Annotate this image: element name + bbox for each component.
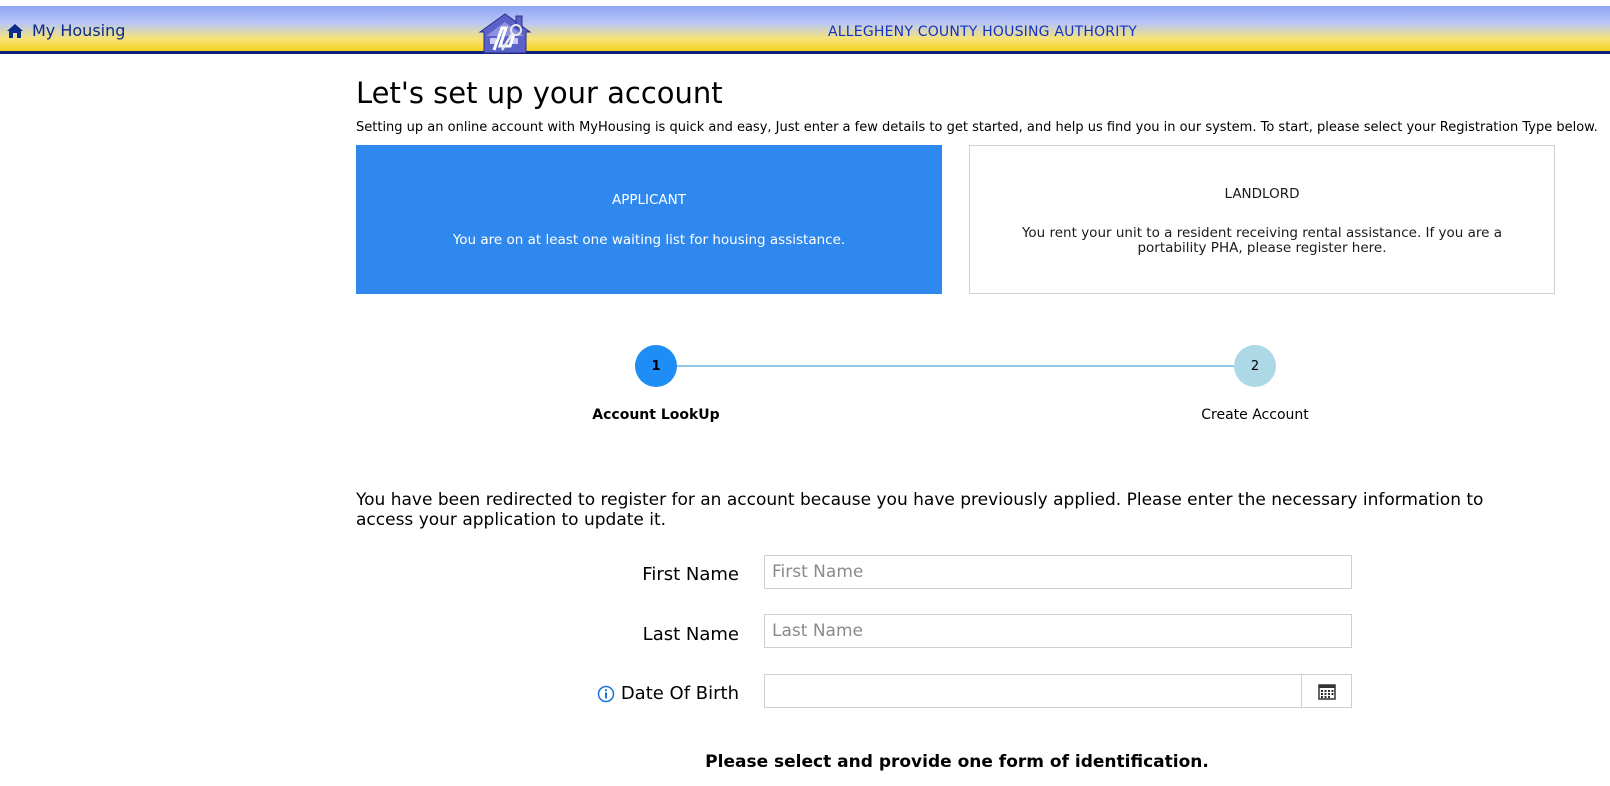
- home-link-label: My Housing: [32, 21, 126, 40]
- last-name-label: Last Name: [642, 624, 739, 645]
- home-link[interactable]: My Housing: [6, 21, 125, 40]
- top-banner: My Housing ALLEGHENY COUNTY HOUSING AUTH…: [0, 6, 1610, 54]
- calendar-button[interactable]: [1301, 674, 1352, 708]
- org-name: ALLEGHENY COUNTY HOUSING AUTHORITY: [828, 24, 1138, 40]
- last-name-input[interactable]: [764, 614, 1352, 648]
- step-1-indicator: 1: [635, 345, 677, 387]
- date-of-birth-label: Date Of Birth: [620, 683, 739, 704]
- home-icon: [7, 23, 23, 38]
- applicant-registration-card[interactable]: APPLICANT You are on at least one waitin…: [356, 145, 942, 294]
- info-icon[interactable]: [597, 685, 615, 703]
- applicant-card-title: APPLICANT: [611, 192, 687, 208]
- step-2-indicator: 2: [1234, 345, 1276, 387]
- housing-authority-logo: [478, 13, 532, 54]
- step-1-label: Account LookUp: [592, 407, 720, 423]
- landlord-card-description: You rent your unit to a resident receivi…: [1021, 225, 1503, 256]
- intro-text: Setting up an online account with MyHous…: [356, 120, 1598, 135]
- stepper-connector: [656, 365, 1256, 367]
- first-name-label: First Name: [642, 564, 739, 585]
- page-title: Let's set up your account: [356, 76, 723, 110]
- calendar-icon: [1317, 683, 1336, 700]
- first-name-input[interactable]: [764, 555, 1352, 589]
- step-2-label: Create Account: [1201, 407, 1309, 423]
- date-of-birth-input[interactable]: [764, 674, 1302, 708]
- redirect-message: You have been redirected to register for…: [356, 490, 1484, 530]
- identification-prompt: Please select and provide one form of id…: [705, 752, 1209, 772]
- landlord-card-title: LANDLORD: [1224, 186, 1300, 202]
- landlord-registration-card[interactable]: LANDLORD You rent your unit to a residen…: [969, 145, 1555, 294]
- applicant-card-description: You are on at least one waiting list for…: [452, 232, 846, 248]
- date-of-birth-label-row: Date Of Birth: [539, 683, 739, 704]
